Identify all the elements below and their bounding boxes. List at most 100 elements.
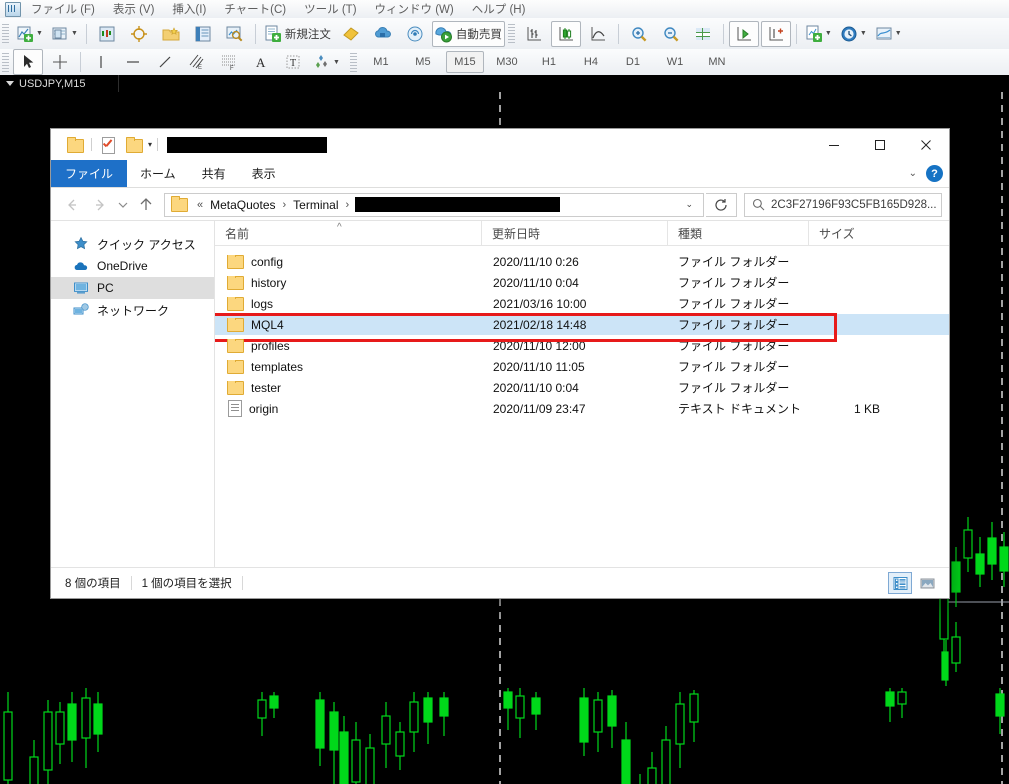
column-header-type[interactable]: 種類 <box>667 221 808 245</box>
refresh-button[interactable] <box>706 192 737 217</box>
market-watch-button[interactable] <box>92 21 122 47</box>
menu-chart[interactable]: チャート(C) <box>215 0 295 18</box>
column-header-size[interactable]: サイズ <box>808 221 891 245</box>
menu-help[interactable]: ヘルプ (H) <box>463 0 535 18</box>
profiles-button[interactable]: ▼ <box>48 21 81 47</box>
table-row[interactable]: MQL4 2021/02/18 14:48 ファイル フォルダー <box>215 314 949 335</box>
cursor-button[interactable] <box>13 49 43 75</box>
navigator-button[interactable] <box>156 21 186 47</box>
line-chart-button[interactable] <box>583 21 613 47</box>
timeframe-m1[interactable]: M1 <box>362 51 400 73</box>
chevron-down-icon[interactable]: ▼ <box>333 59 340 66</box>
candlestick-chart-button[interactable] <box>550 20 581 47</box>
timeframe-m5[interactable]: M5 <box>404 51 442 73</box>
zoom-out-button[interactable] <box>656 21 686 47</box>
address-bar[interactable]: « MetaQuotes › Terminal › ⌄ <box>164 192 704 217</box>
timeframe-m30[interactable]: M30 <box>488 51 526 73</box>
expand-ribbon-icon[interactable]: ⌄ <box>909 168 917 179</box>
nav-item-pc[interactable]: PC <box>51 277 214 299</box>
timeframe-h1[interactable]: H1 <box>530 51 568 73</box>
trendline-button[interactable] <box>150 49 180 75</box>
table-row[interactable]: history 2020/11/10 0:04 ファイル フォルダー <box>215 272 949 293</box>
details-view-button[interactable] <box>888 572 912 594</box>
grid-button[interactable] <box>688 21 718 47</box>
table-row[interactable]: origin 2020/11/09 23:47 テキスト ドキュメント 1 KB <box>215 398 949 419</box>
menu-view[interactable]: 表示 (V) <box>104 0 164 18</box>
column-header-name[interactable]: 名前 ^ <box>215 221 481 245</box>
chevron-down-icon[interactable]: ▼ <box>860 30 867 37</box>
timeframe-mn[interactable]: MN <box>698 51 736 73</box>
properties-icon[interactable] <box>99 136 117 154</box>
auto-scroll-button[interactable] <box>728 20 759 47</box>
table-row[interactable]: config 2020/11/10 0:26 ファイル フォルダー <box>215 251 949 272</box>
table-row[interactable]: tester 2020/11/10 0:04 ファイル フォルダー <box>215 377 949 398</box>
help-icon[interactable]: ? <box>926 165 943 182</box>
large-icons-view-button[interactable] <box>915 572 939 594</box>
strategy-tester-button[interactable] <box>220 21 250 47</box>
forward-button[interactable] <box>86 192 114 218</box>
file-explorer-window[interactable]: ▾ ファイル ホーム 共有 表示 ⌄ ? « MetaQuotes › Term… <box>50 128 950 599</box>
new-folder-icon[interactable] <box>125 136 143 154</box>
minimize-button[interactable] <box>811 129 857 160</box>
metaeditor-button[interactable] <box>336 21 366 47</box>
text-label-button[interactable]: T <box>278 49 308 75</box>
text-button[interactable]: A <box>246 49 276 75</box>
toolbar-grip-4[interactable] <box>349 52 357 72</box>
horizontal-line-button[interactable] <box>118 49 148 75</box>
templates-button[interactable]: ▼ <box>872 21 905 47</box>
new-order-button[interactable]: 新規注文 <box>261 21 334 47</box>
crosshair-button[interactable] <box>45 49 75 75</box>
up-button[interactable] <box>132 192 160 218</box>
ribbon-tab-file[interactable]: ファイル <box>51 160 128 187</box>
search-box[interactable]: 2C3F27196F93C5FB165D928... <box>744 192 942 217</box>
back-button[interactable] <box>58 192 86 218</box>
ribbon-tab-view[interactable]: 表示 <box>239 160 289 187</box>
shapes-button[interactable]: ▼ <box>310 49 343 75</box>
toolbar-grip-2[interactable] <box>507 24 515 43</box>
timeframe-h4[interactable]: H4 <box>572 51 610 73</box>
nav-item-network[interactable]: ネットワーク <box>51 299 214 321</box>
maximize-button[interactable] <box>857 129 903 160</box>
customize-caret-icon[interactable]: ▾ <box>148 140 152 149</box>
vertical-line-button[interactable] <box>86 49 116 75</box>
periods-button[interactable]: ▼ <box>837 21 870 47</box>
chevron-down-icon[interactable]: ▼ <box>36 30 43 37</box>
chevron-down-icon[interactable]: ▼ <box>825 30 832 37</box>
bar-chart-button[interactable] <box>519 21 549 47</box>
equidistant-channel-button[interactable]: E <box>182 49 212 75</box>
toolbar-grip[interactable] <box>2 24 9 43</box>
signals-button[interactable] <box>400 21 430 47</box>
explorer-titlebar[interactable]: ▾ <box>51 129 949 160</box>
breadcrumb-overflow[interactable]: « <box>193 198 207 212</box>
autotrading-button[interactable]: 自動売買 <box>431 20 505 47</box>
menu-tools[interactable]: ツール (T) <box>295 0 365 18</box>
mql5-community-button[interactable] <box>368 21 398 47</box>
fibonacci-button[interactable]: F <box>214 49 244 75</box>
table-row[interactable]: logs 2021/03/16 10:00 ファイル フォルダー <box>215 293 949 314</box>
table-row[interactable]: templates 2020/11/10 11:05 ファイル フォルダー <box>215 356 949 377</box>
save-folder-icon[interactable] <box>66 136 84 154</box>
indicators-button[interactable]: ▼ <box>802 21 835 47</box>
timeframe-m15[interactable]: M15 <box>445 51 484 73</box>
new-chart-button[interactable]: ▼ <box>13 21 46 47</box>
timeframe-d1[interactable]: D1 <box>614 51 652 73</box>
nav-item-onedrive[interactable]: OneDrive <box>51 255 214 277</box>
terminal-button[interactable] <box>188 21 218 47</box>
address-dropdown-icon[interactable]: ⌄ <box>676 199 702 210</box>
toolbar-grip-3[interactable] <box>2 52 9 72</box>
search-input[interactable]: 2C3F27196F93C5FB165D928... <box>771 199 937 211</box>
zoom-in-button[interactable] <box>624 21 654 47</box>
breadcrumb-metaquotes[interactable]: MetaQuotes <box>207 197 278 213</box>
breadcrumb-terminal[interactable]: Terminal <box>290 197 341 213</box>
data-window-button[interactable] <box>124 21 154 47</box>
ribbon-tab-share[interactable]: 共有 <box>189 160 239 187</box>
table-row[interactable]: profiles 2020/11/10 12:00 ファイル フォルダー <box>215 335 949 356</box>
file-list-view[interactable]: 名前 ^ 更新日時 種類 サイズ config 2020/11/10 0:26 … <box>215 221 949 568</box>
close-button[interactable] <box>903 129 949 160</box>
chevron-down-icon[interactable]: ▼ <box>71 30 78 37</box>
chevron-down-icon[interactable]: ▼ <box>895 30 902 37</box>
ribbon-tab-home[interactable]: ホーム <box>127 160 189 187</box>
menu-window[interactable]: ウィンドウ (W) <box>366 0 463 18</box>
menu-file[interactable]: ファイル (F) <box>22 0 104 18</box>
chart-tab-usdjpy[interactable]: USDJPY,M15 <box>0 75 119 93</box>
